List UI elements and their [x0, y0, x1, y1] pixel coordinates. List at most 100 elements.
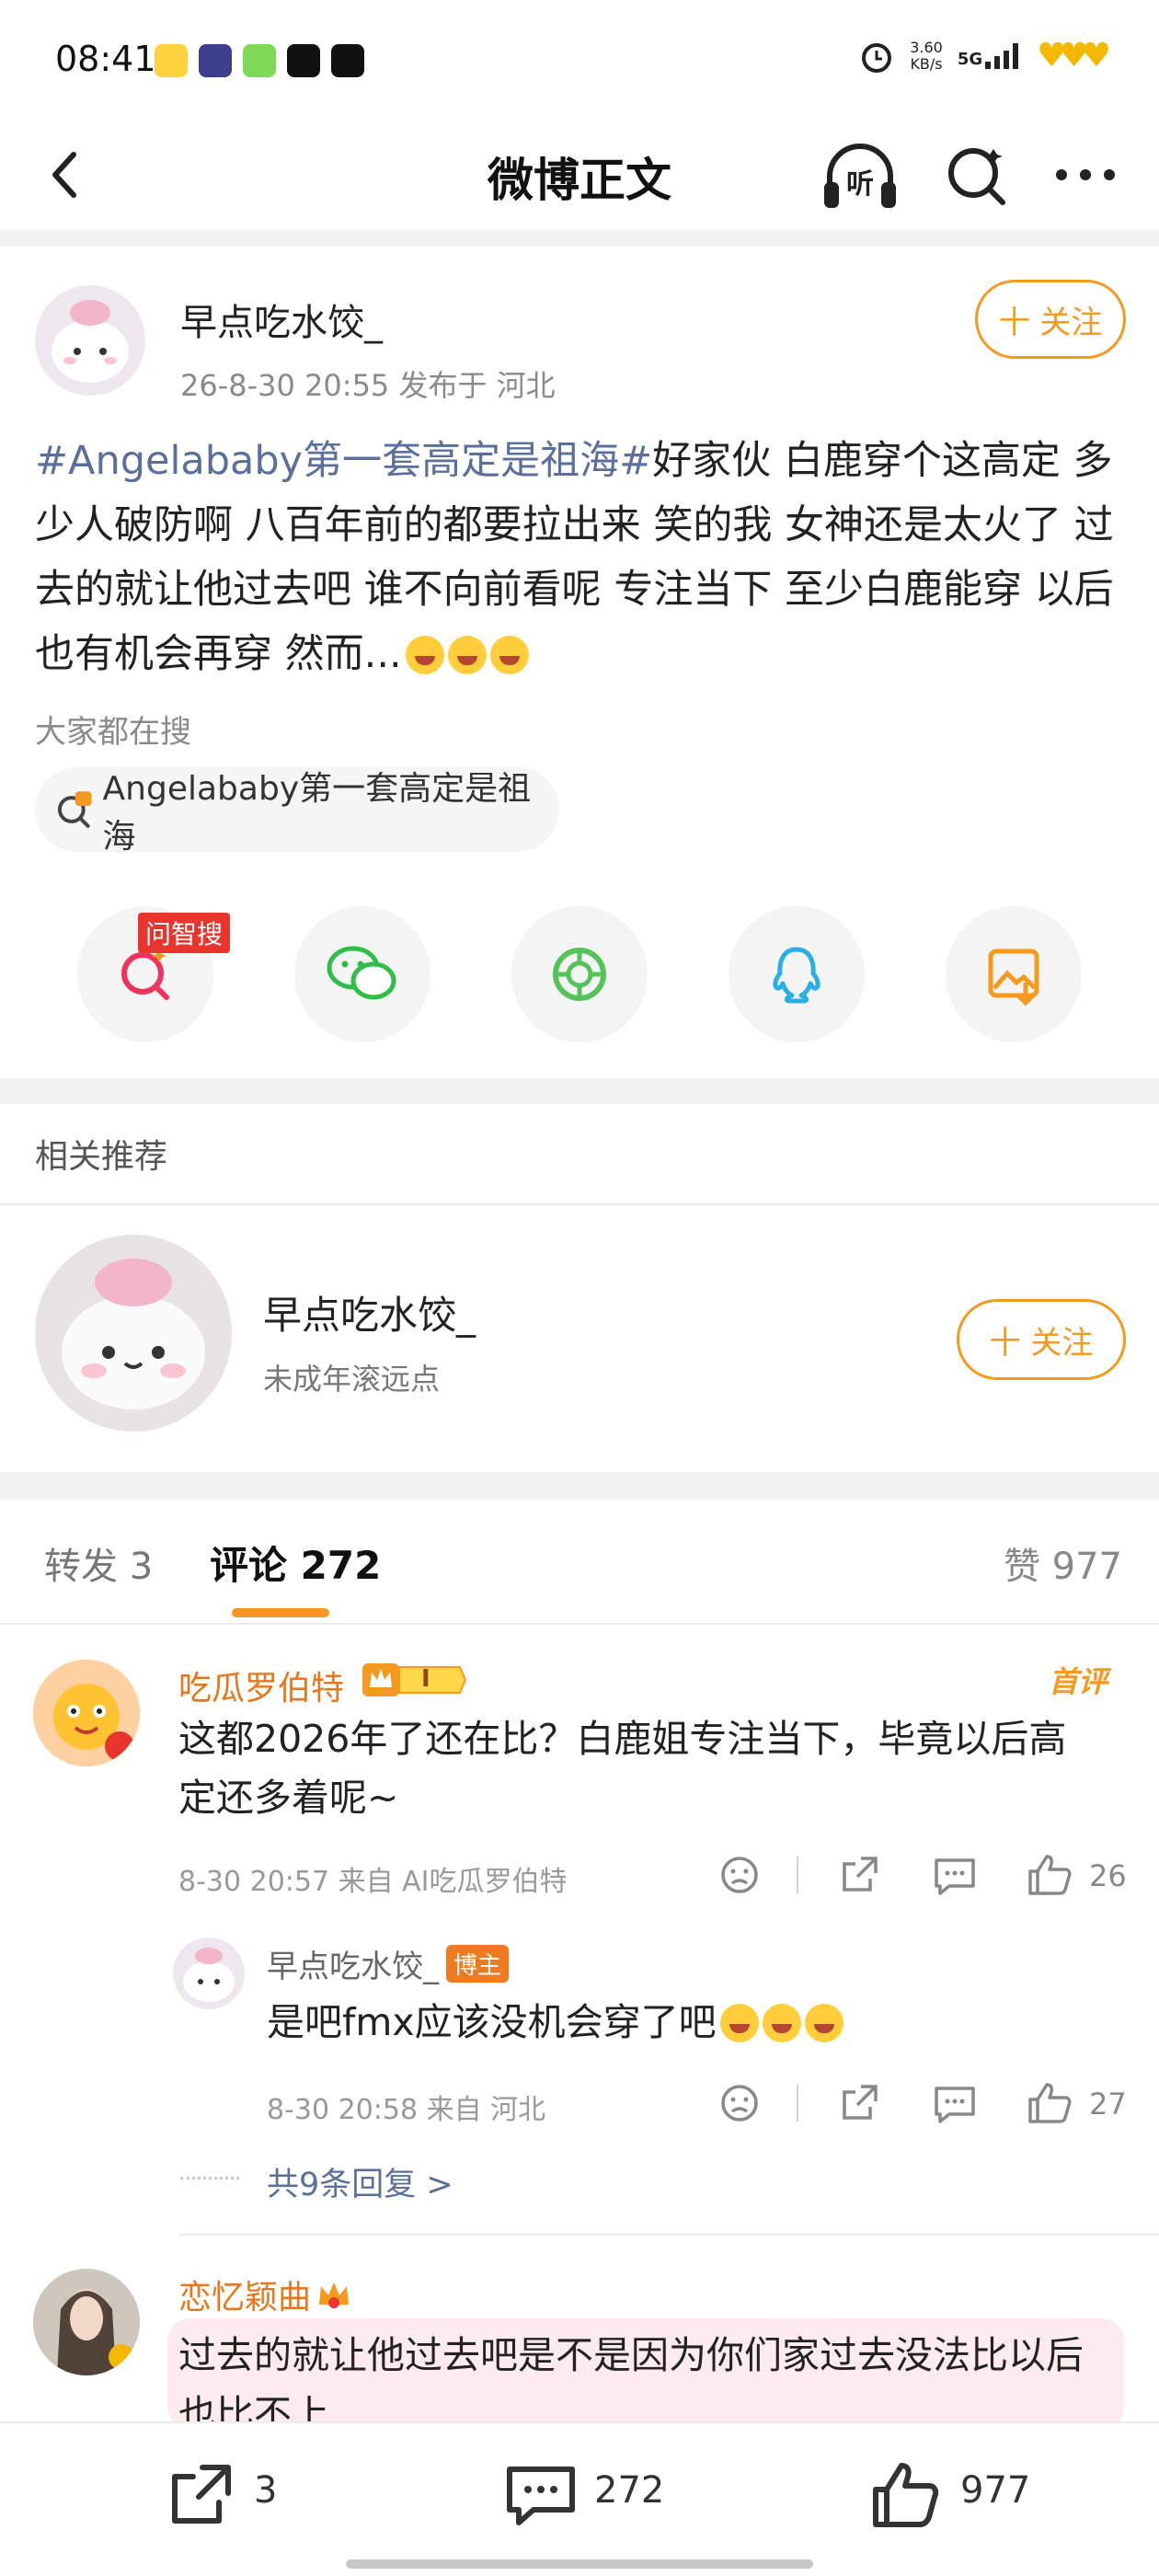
network-speed: 3.60 KB/s: [910, 39, 943, 73]
search-icon[interactable]: [938, 136, 1016, 213]
headphones-icon: 听: [824, 144, 896, 208]
post-author-avatar[interactable]: [35, 285, 145, 396]
dotted-line: [180, 2177, 239, 2179]
comment-icon[interactable]: [502, 2456, 580, 2534]
kitty-avatar-icon: [183, 1948, 235, 2002]
comment-author[interactable]: 恋忆颖曲: [178, 2279, 311, 2317]
comment-tabs: 转发 3 评论 272 赞 977: [0, 1500, 1159, 1624]
divider: [0, 1623, 1159, 1625]
wechat-icon: [327, 946, 396, 1000]
laugh-emoji-icon: [762, 2004, 801, 2042]
post-author-name[interactable]: 早点吃水饺_: [180, 293, 383, 346]
tab-like[interactable]: 赞 977: [1004, 1536, 1122, 1590]
signal-icon: [985, 42, 1019, 69]
speed-unit: KB/s: [910, 54, 943, 73]
comment-meta: 8-30 20:57 来自 AI吃瓜罗伯特: [178, 1866, 568, 1898]
crown-badge-icon: [319, 2283, 350, 2308]
comment-author[interactable]: 吃瓜罗伯特: [178, 1662, 344, 1709]
repost-count: 3: [254, 2469, 278, 2512]
video-app-icon: [199, 44, 232, 77]
like-icon[interactable]: [1025, 2077, 1076, 2129]
repost-icon[interactable]: [162, 2456, 239, 2534]
tab-repost[interactable]: 转发 3: [44, 1536, 153, 1590]
qq-share-button[interactable]: [729, 906, 865, 1042]
more-icon[interactable]: [1049, 136, 1122, 213]
dislike-icon[interactable]: [714, 2077, 765, 2129]
comment-text: 过去的就让他过去吧是不是因为你们家过去没法比以后也比不上: [178, 2333, 1084, 2423]
alarm-icon: [862, 42, 892, 73]
follow-button[interactable]: 十 关注: [975, 280, 1126, 359]
comment-count: 272: [594, 2469, 665, 2512]
laugh-emoji-icon: [804, 2004, 843, 2042]
related-title: 相关推荐: [35, 1138, 168, 1176]
like-count: 26: [1089, 1858, 1127, 1893]
hot-search-label: 大家都在搜: [35, 714, 191, 751]
reply-icon[interactable]: [929, 2077, 981, 2129]
moments-icon: [553, 948, 606, 1001]
laugh-emoji-icon: [719, 2004, 759, 2042]
portrait-avatar-icon: [33, 2269, 140, 2375]
capcut-app-icon: [287, 44, 320, 77]
divider: [178, 2234, 1159, 2236]
laugh-emoji-icon: [447, 636, 487, 674]
related-name[interactable]: 早点吃水饺_: [263, 1284, 476, 1340]
hot-search-icon: [57, 791, 92, 828]
back-arrow-icon[interactable]: [33, 138, 107, 212]
comment-avatar[interactable]: [33, 2269, 140, 2375]
listen-button[interactable]: 听: [819, 136, 901, 213]
section-gap: [0, 230, 1159, 247]
like-count: 27: [1089, 2087, 1127, 2122]
status-right: 3.60 KB/s 5G ♥♥♥: [858, 37, 1111, 75]
laugh-emoji-icon: [405, 636, 444, 674]
related-desc: 未成年滚远点: [263, 1362, 441, 1397]
action-divider: [797, 1857, 798, 1893]
dislike-icon[interactable]: [714, 1849, 765, 1901]
tab-active-indicator: [232, 1608, 329, 1617]
cartoon-avatar-icon: [33, 1660, 140, 1766]
save-image-share-button[interactable]: [946, 906, 1082, 1042]
home-indicator: [346, 2559, 813, 2569]
smart-search-badge: 问智搜: [138, 913, 231, 953]
divider: [0, 1203, 1159, 1205]
level-badge: I: [362, 1660, 467, 1700]
moments-share-button[interactable]: [511, 906, 648, 1042]
tab-comment[interactable]: 评论 272: [210, 1535, 381, 1591]
first-review-badge: 首评: [1049, 1664, 1108, 1699]
save-image-icon: [988, 949, 1039, 1006]
level-text: I: [421, 1665, 430, 1693]
post-body: #Angelababy第一套高定是祖海#好家伙 白鹿穿个这高定 多少人破防啊 八…: [35, 429, 1130, 686]
network-type: 5G: [957, 49, 983, 69]
hot-search-text: Angelababy第一套高定是祖海: [102, 770, 532, 856]
reply-author[interactable]: 早点吃水饺_: [267, 1949, 439, 1985]
post-meta: 26-8-30 20:55 发布于 河北: [180, 368, 556, 403]
like-count: 977: [960, 2469, 1031, 2512]
listen-label: 听: [846, 168, 874, 201]
crown-level-icon: [362, 1663, 467, 1696]
like-icon[interactable]: [1025, 1849, 1076, 1901]
hot-search-chip[interactable]: Angelababy第一套高定是祖海: [35, 767, 559, 856]
reply-name-row: 早点吃水饺_ 博主: [267, 1941, 510, 1986]
post-hashtag[interactable]: #Angelababy第一套高定是祖海#: [35, 438, 652, 484]
more-replies-link[interactable]: 共9条回复 >: [267, 2158, 453, 2205]
status-bar: 08:41 3.60 KB/s 5G ♥♥♥: [0, 0, 1159, 120]
reply-icon[interactable]: [929, 1849, 981, 1901]
laugh-emoji-icon: [489, 636, 529, 674]
tiktok-app-icon: [331, 44, 364, 77]
top-nav: 微博正文 听: [0, 120, 1159, 230]
reply-avatar[interactable]: [173, 1938, 245, 2009]
like-icon[interactable]: [868, 2456, 946, 2534]
action-divider: [797, 2085, 798, 2122]
comment-avatar[interactable]: [33, 1660, 140, 1766]
related-avatar[interactable]: [35, 1235, 232, 1432]
repost-icon[interactable]: [833, 1849, 885, 1901]
kitty-avatar-icon: [62, 1259, 205, 1409]
weibo-app-icon: [155, 44, 188, 77]
qq-icon: [773, 947, 820, 1004]
reply-text: 是吧fmx应该没机会穿了吧: [267, 2000, 717, 2044]
reply-meta: 8-30 20:58 来自 河北: [267, 2094, 546, 2126]
related-follow-button[interactable]: 十 关注: [957, 1299, 1126, 1380]
wechat-share-button[interactable]: [294, 906, 430, 1042]
comment-author-row: 恋忆颖曲: [178, 2271, 352, 2318]
repost-icon[interactable]: [833, 2077, 885, 2129]
music-app-icon: [243, 44, 276, 77]
